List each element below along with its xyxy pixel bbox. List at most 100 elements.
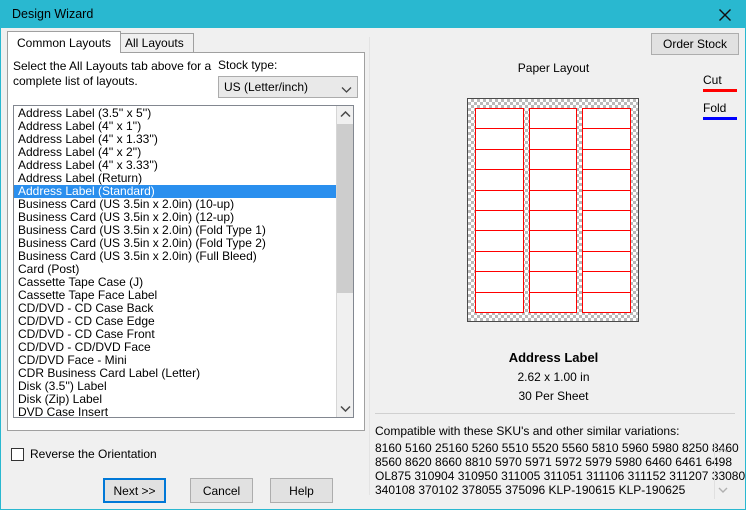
tab-common-layouts-label: Common Layouts [17, 35, 112, 50]
layout-list[interactable]: Address Label (3.5'' x 5'') Address Label… [13, 105, 354, 418]
label-cell [582, 230, 631, 253]
label-cell [528, 250, 578, 273]
label-cell [475, 108, 524, 130]
paper-layout-caption: Paper Layout [517, 61, 590, 75]
layout-list-scrollbar[interactable] [336, 106, 353, 417]
label-cell [528, 108, 578, 130]
chevron-up-icon[interactable] [337, 106, 353, 123]
label-column [582, 108, 631, 314]
title-bar: Design Wizard [1, 1, 745, 28]
cancel-button-label: Cancel [202, 483, 241, 498]
stock-type-label: Stock type: [218, 58, 278, 72]
label-cell [582, 148, 631, 171]
list-item[interactable]: CD/DVD - CD Case Front [14, 328, 337, 341]
help-button[interactable]: Help [270, 478, 333, 503]
list-item[interactable]: Address Label (4'' x 3.33'') [14, 159, 337, 172]
window-title: Design Wizard [12, 7, 94, 21]
close-icon[interactable] [702, 1, 745, 28]
legend: Cut Fold [703, 73, 743, 129]
list-item[interactable]: CD/DVD - CD/DVD Face [14, 341, 337, 354]
list-item[interactable]: CD/DVD - CD Case Back [14, 302, 337, 315]
label-cell [582, 128, 631, 151]
label-cell [582, 189, 631, 212]
legend-cut-label: Cut [703, 73, 722, 87]
legend-cut-swatch [703, 89, 737, 92]
list-item[interactable]: Disk (3.5'') Label [14, 380, 337, 393]
sku-lines: 8160 5160 25160 5260 5510 5520 5560 5810… [375, 441, 746, 497]
label-cell [475, 128, 524, 151]
label-cell [528, 230, 578, 253]
next-button-label: Next >> [113, 483, 156, 498]
sku-line: 340108 370102 378055 375096 KLP-190615 K… [375, 483, 686, 497]
list-item[interactable]: CD/DVD - CD Case Edge [14, 315, 337, 328]
stock-type-value: US (Letter/inch) [224, 80, 309, 94]
selected-label-title: Address Label [508, 350, 599, 365]
chevron-down-icon[interactable] [337, 400, 353, 417]
selected-label-dimensions: 2.62 x 1.00 in [517, 370, 590, 384]
list-item[interactable]: Disk (Zip) Label [14, 393, 337, 406]
label-cell [528, 271, 578, 294]
stock-type-select[interactable]: US (Letter/inch) [218, 76, 358, 98]
legend-fold-swatch [703, 117, 737, 120]
horizontal-divider [375, 413, 735, 414]
list-item[interactable]: Business Card (US 3.5in x 2.0in) (Fold T… [14, 224, 337, 237]
list-item[interactable]: CDR Business Card Label (Letter) [14, 367, 337, 380]
panel-hint-text: Select the All Layouts tab above for a c… [13, 59, 212, 88]
label-cell [582, 108, 631, 130]
label-cell [582, 291, 631, 314]
list-item[interactable]: Card (Post) [14, 263, 337, 276]
next-button[interactable]: Next >> [103, 478, 166, 503]
label-cell [528, 169, 578, 192]
label-column [475, 108, 524, 314]
help-button-label: Help [289, 483, 314, 498]
label-cell [528, 148, 578, 171]
selected-labels-per-sheet: 30 Per Sheet [518, 389, 589, 403]
label-cell [475, 271, 524, 294]
list-item[interactable]: Address Label (4'' x 1'') [14, 120, 337, 133]
list-item[interactable]: CD/DVD Face - Mini [14, 354, 337, 367]
layout-list-items: Address Label (3.5'' x 5'') Address Label… [14, 106, 337, 417]
vertical-divider [369, 37, 370, 495]
tab-common-layouts[interactable]: Common Layouts [7, 31, 122, 53]
list-item[interactable]: Address Label (Standard) [14, 185, 337, 198]
chevron-down-icon[interactable] [715, 483, 731, 497]
sku-caption: Compatible with these SKU's and other si… [375, 424, 680, 438]
list-item[interactable]: Business Card (US 3.5in x 2.0in) (12-up) [14, 211, 337, 224]
tab-all-layouts-label: All Layouts [125, 36, 184, 50]
label-cell [528, 189, 578, 212]
list-item[interactable]: Business Card (US 3.5in x 2.0in) (Full B… [14, 250, 337, 263]
label-cell [582, 169, 631, 192]
label-cell [582, 209, 631, 232]
label-cell [528, 291, 578, 314]
order-stock-button[interactable]: Order Stock [651, 33, 739, 55]
cancel-button[interactable]: Cancel [190, 478, 253, 503]
label-cell [475, 189, 524, 212]
sku-list: 8160 5160 25160 5260 5510 5520 5560 5810… [375, 441, 746, 499]
tab-all-layouts[interactable]: All Layouts [115, 33, 194, 52]
tab-strip: Common Layouts All Layouts [7, 31, 365, 53]
list-item[interactable]: Address Label (4'' x 1.33'') [14, 133, 337, 146]
chevron-down-icon [341, 83, 352, 97]
chevron-up-icon[interactable] [715, 443, 731, 457]
label-grid [475, 108, 631, 314]
scrollbar-thumb[interactable] [337, 124, 353, 293]
list-item[interactable]: Address Label (Return) [14, 172, 337, 185]
checkbox-box [11, 447, 24, 461]
sku-line: 8160 5160 25160 5260 5510 5520 5560 5810… [375, 441, 739, 455]
reverse-orientation-checkbox[interactable]: Reverse the Orientation [11, 447, 157, 461]
list-item[interactable]: Address Label (3.5'' x 5'') [14, 107, 337, 120]
sku-scrollbar[interactable] [714, 441, 731, 499]
label-cell [528, 128, 578, 151]
list-item[interactable]: DVD Case Insert [14, 406, 337, 417]
list-item[interactable]: Business Card (US 3.5in x 2.0in) (Fold T… [14, 237, 337, 250]
list-item[interactable]: Cassette Tape Face Label [14, 289, 337, 302]
list-item[interactable]: Cassette Tape Case (J) [14, 276, 337, 289]
list-item[interactable]: Business Card (US 3.5in x 2.0in) (10-up) [14, 198, 337, 211]
paper-layout-preview [467, 98, 639, 322]
legend-fold-label: Fold [703, 101, 727, 115]
sku-line: OL875 310904 310950 311005 311051 311106… [375, 469, 746, 483]
label-cell [475, 209, 524, 232]
list-item[interactable]: Address Label (4'' x 2'') [14, 146, 337, 159]
reverse-orientation-label: Reverse the Orientation [30, 447, 157, 461]
label-cell [475, 291, 524, 314]
